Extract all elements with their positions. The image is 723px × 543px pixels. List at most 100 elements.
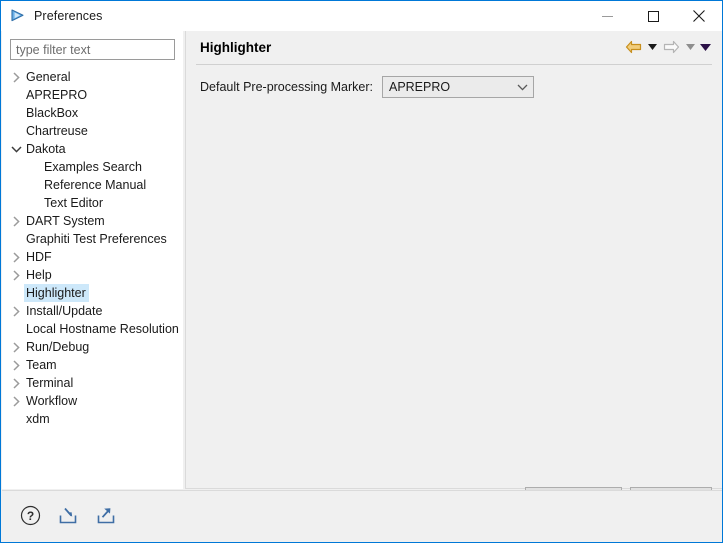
- default-marker-label: Default Pre-processing Marker:: [200, 80, 373, 94]
- close-icon: [693, 10, 705, 22]
- tree-item-label: General: [26, 70, 71, 84]
- help-icon: ?: [20, 505, 40, 525]
- tree-item-team[interactable]: Team: [2, 356, 183, 374]
- chevron-down-icon: [647, 44, 657, 50]
- tree-item-label: Examples Search: [44, 160, 142, 174]
- default-marker-value: APREPRO: [388, 80, 451, 94]
- tree-item-label: BlackBox: [26, 106, 79, 120]
- tree-item-label: Team: [26, 358, 57, 372]
- tree-item-general[interactable]: General: [2, 68, 183, 86]
- export-icon: [97, 508, 115, 524]
- tree-item-xdm[interactable]: xdm: [2, 410, 183, 428]
- svg-text:?: ?: [26, 509, 33, 523]
- panel-nav-toolbar: [622, 36, 712, 58]
- chevron-right-icon[interactable]: [8, 212, 24, 230]
- view-menu-button[interactable]: [698, 36, 712, 58]
- window-title: Preferences: [34, 9, 103, 23]
- tree-item-label: Highlighter: [24, 284, 89, 302]
- chevron-right-icon[interactable]: [8, 248, 24, 266]
- tree-item-install-update[interactable]: Install/Update: [2, 302, 183, 320]
- tree-item-label: Reference Manual: [44, 178, 147, 192]
- tree-item-label: Help: [26, 268, 52, 282]
- tree-item-label: DART System: [26, 214, 105, 228]
- chevron-right-icon[interactable]: [8, 338, 24, 356]
- tree-item-label: Run/Debug: [26, 340, 90, 354]
- back-arrow-icon: [625, 40, 641, 54]
- preferences-dialog: Preferences GeneralAPREPROBlackBoxChartr: [0, 0, 723, 543]
- chevron-down-icon: [513, 84, 533, 91]
- forward-history-dropdown[interactable]: [683, 36, 697, 58]
- chevron-right-icon[interactable]: [8, 356, 24, 374]
- chevron-down-icon[interactable]: [8, 140, 24, 158]
- dialog-footer: ? Apply and Close Can: [2, 490, 722, 542]
- forward-arrow-icon: [663, 40, 679, 54]
- panel-header: Highlighter: [186, 31, 722, 63]
- tree-item-label: Local Hostname Resolution: [26, 322, 179, 336]
- minimize-button[interactable]: [584, 1, 630, 31]
- tree-item-label: xdm: [26, 412, 50, 426]
- tree-item-label: Graphiti Test Preferences: [26, 232, 167, 246]
- chevron-right-icon[interactable]: [8, 68, 24, 86]
- footer-icon-bar: ?: [17, 502, 119, 528]
- title-bar[interactable]: Preferences: [1, 1, 722, 31]
- tree-item-chartreuse[interactable]: Chartreuse: [2, 122, 183, 140]
- tree-item-local-hostname-resolution[interactable]: Local Hostname Resolution: [2, 320, 183, 338]
- default-marker-field-row: Default Pre-processing Marker: APREPRO: [200, 76, 534, 98]
- tree-item-label: Workflow: [26, 394, 78, 408]
- preferences-tree[interactable]: General APREPRO BlackBox Chartreuse Dakota Ex…: [2, 68, 183, 468]
- tree-item-reference-manual[interactable]: Reference Manual: [2, 176, 183, 194]
- tree-item-label: Terminal: [26, 376, 74, 390]
- tree-item-run-debug[interactable]: Run/Debug: [2, 338, 183, 356]
- close-button[interactable]: [676, 1, 722, 31]
- maximize-button[interactable]: [630, 1, 676, 31]
- maximize-icon: [647, 10, 659, 22]
- chevron-down-icon: [685, 44, 695, 50]
- preference-page-panel: Highlighter Default Pre-processing Marke…: [185, 31, 722, 510]
- chevron-down-icon: [699, 43, 711, 51]
- eclipse-play-icon: [11, 9, 24, 22]
- chevron-right-icon[interactable]: [8, 392, 24, 410]
- tree-item-terminal[interactable]: Terminal: [2, 374, 183, 392]
- tree-item-hdf[interactable]: HDF: [2, 248, 183, 266]
- chevron-right-icon[interactable]: [8, 302, 24, 320]
- tree-item-aprepro[interactable]: APREPRO: [2, 86, 183, 104]
- filter-input[interactable]: [10, 39, 175, 60]
- back-button[interactable]: [622, 36, 644, 58]
- tree-item-graphiti-test-preferences[interactable]: Graphiti Test Preferences: [2, 230, 183, 248]
- page-title: Highlighter: [200, 39, 272, 55]
- tree-item-text-editor[interactable]: Text Editor: [2, 194, 183, 212]
- tree-item-label: Chartreuse: [26, 124, 88, 138]
- tree-item-workflow[interactable]: Workflow: [2, 392, 183, 410]
- tree-item-dart-system[interactable]: DART System: [2, 212, 183, 230]
- tree-item-label: Text Editor: [44, 196, 104, 210]
- back-history-dropdown[interactable]: [645, 36, 659, 58]
- tree-item-examples-search[interactable]: Examples Search: [2, 158, 183, 176]
- chevron-right-icon[interactable]: [8, 266, 24, 284]
- default-marker-combo[interactable]: APREPRO: [381, 76, 534, 98]
- tree-item-help[interactable]: Help: [2, 266, 183, 284]
- header-divider: [196, 64, 712, 65]
- import-preferences-button[interactable]: [55, 502, 81, 528]
- forward-button[interactable]: [660, 36, 682, 58]
- chevron-right-icon[interactable]: [8, 374, 24, 392]
- export-preferences-button[interactable]: [93, 502, 119, 528]
- preferences-tree-panel: General APREPRO BlackBox Chartreuse Dakota Ex…: [2, 31, 183, 515]
- import-icon: [59, 507, 77, 524]
- help-button[interactable]: ?: [17, 502, 43, 528]
- tree-item-label: Dakota: [26, 142, 66, 156]
- tree-item-dakota[interactable]: Dakota: [2, 140, 183, 158]
- tree-item-highlighter[interactable]: Highlighter: [2, 284, 183, 302]
- tree-item-label: HDF: [26, 250, 52, 264]
- tree-item-label: APREPRO: [26, 88, 88, 102]
- tree-item-blackbox[interactable]: BlackBox: [2, 104, 183, 122]
- minimize-icon: [601, 15, 613, 17]
